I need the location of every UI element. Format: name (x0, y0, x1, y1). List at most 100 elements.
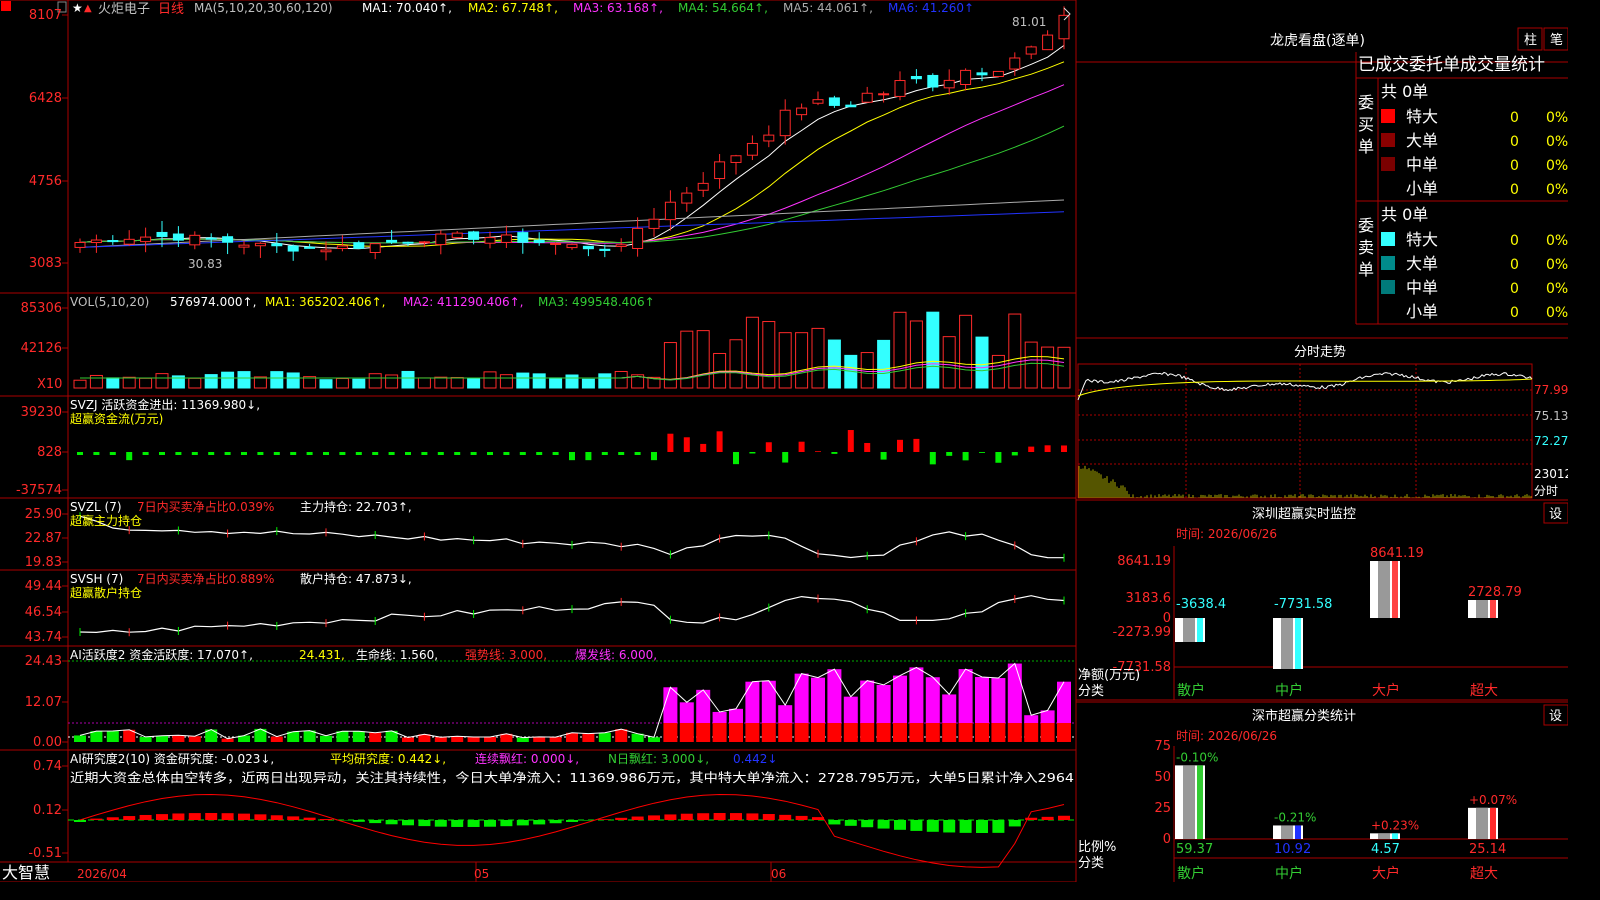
research-bar (779, 814, 792, 820)
research-bar (500, 820, 513, 827)
flow-bar (405, 452, 411, 455)
row-name: 特大 (1406, 230, 1438, 249)
activity-bar (172, 735, 185, 742)
activity-base-bar (696, 723, 711, 742)
activity-bar (139, 736, 152, 742)
classify-cat-label: 中户 (1275, 865, 1303, 882)
flow-bar (995, 452, 1002, 463)
flow-bar (946, 452, 953, 456)
row-qty: 0 (1510, 233, 1519, 249)
activity-bar (843, 696, 858, 723)
flow-bar (224, 452, 231, 455)
vol-unit: X10 (37, 377, 62, 392)
volume-bar (581, 378, 595, 389)
y-tick-label: 25.90 (25, 507, 62, 522)
monitor-cat-label: 散户 (1177, 682, 1205, 699)
flow-bar (782, 452, 789, 463)
svzl-header-b: 7日内买卖净占比0.039% (137, 499, 274, 514)
activity-bar (696, 689, 711, 723)
research-bar (188, 813, 201, 820)
candle-body (156, 231, 168, 237)
classify-bar-edge (1197, 765, 1203, 839)
monitor-bar (1273, 618, 1303, 669)
flow-bar (962, 452, 969, 461)
vol-ma1: MA1: 365202.406↑, (265, 295, 385, 309)
candle-body (238, 244, 250, 248)
menu-icon[interactable] (1, 1, 11, 11)
ai-research-header-c: 连续飘红: 0.000↓, (475, 751, 579, 766)
research-bar (762, 814, 775, 820)
candle-body (599, 248, 611, 251)
row-swatch (1381, 109, 1395, 123)
volume-bar (204, 374, 218, 389)
research-bar (992, 820, 1005, 833)
row-name: 小单 (1406, 302, 1438, 321)
research-bar (434, 820, 447, 827)
flow-bar (716, 431, 723, 452)
volume-bar (909, 320, 923, 389)
volume-bar (663, 342, 677, 389)
flow-bar (241, 452, 247, 455)
research-bar (713, 813, 726, 820)
activity-bar (352, 731, 365, 742)
y-tick-label: 6428 (29, 91, 62, 106)
research-bar (795, 815, 808, 820)
volume-bar (385, 374, 399, 389)
monitor-y-tick: 8641.19 (1117, 554, 1171, 569)
activity-bar (909, 667, 924, 723)
activity-base-bar (1057, 723, 1071, 742)
candle-body (123, 238, 135, 245)
classify-val-label: 10.92 (1274, 842, 1311, 857)
row-pct: 0% (1546, 281, 1568, 297)
ai-active-header-e: 爆发线: 6.000, (575, 647, 657, 662)
volume-bar (860, 352, 874, 389)
row-pct: 0% (1546, 257, 1568, 273)
activity-base-bar (827, 723, 842, 742)
flow-bar (733, 452, 739, 465)
research-bar (697, 813, 710, 820)
classify-chg-label: +0.23% (1371, 818, 1419, 832)
classify-bar (1370, 833, 1400, 839)
flow-bar (159, 452, 165, 455)
activity-bar (188, 736, 201, 742)
ma3-label: MA3: 63.168↑, (573, 1, 663, 15)
star-icon[interactable]: ★ (72, 1, 83, 15)
flow-bar (897, 439, 903, 452)
candle-body (140, 236, 152, 243)
period-label[interactable]: 日线 (158, 2, 184, 17)
x-label-1: 2026/04 (77, 867, 127, 881)
volume-bar (614, 370, 628, 389)
classify-chg-label: -0.10% (1176, 750, 1218, 764)
volume-bar (959, 314, 973, 389)
volume-bar (270, 371, 284, 389)
ai-active-header-b: 24.431, (299, 648, 345, 662)
intraday-title[interactable]: 分时走势 (1294, 344, 1346, 360)
high-price-label: 81.01 (1012, 15, 1046, 29)
flow-bar (749, 452, 756, 454)
vol-ma3: MA3: 499548.406↑ (538, 295, 655, 309)
classify-val-label: 4.57 (1371, 842, 1400, 857)
classify-bar-shade (1183, 765, 1195, 839)
activity-bar (991, 678, 1006, 723)
candle-body (828, 97, 840, 106)
monitor-bar-edge (1392, 561, 1398, 618)
volume-bar (188, 377, 202, 389)
y-tick-label: -37574 (16, 483, 62, 498)
row-swatch (1381, 280, 1395, 294)
flow-bar (667, 433, 674, 452)
row-swatch (1381, 256, 1395, 270)
candle-body (435, 233, 447, 246)
monitor-bar (1175, 618, 1205, 642)
flow-bar (175, 452, 182, 455)
candle-body (484, 237, 496, 244)
candle-body (714, 161, 726, 180)
flow-bar (470, 452, 477, 455)
classify-bar-shade (1378, 833, 1390, 839)
flow-bar (552, 452, 559, 455)
y-tick-label: 8107 (29, 8, 62, 23)
research-bar (484, 820, 496, 827)
candle-body (90, 239, 102, 244)
research-bar (418, 820, 431, 827)
monitor-y-tick: 0 (1163, 611, 1171, 626)
y-tick-label: -0.51 (28, 846, 62, 861)
